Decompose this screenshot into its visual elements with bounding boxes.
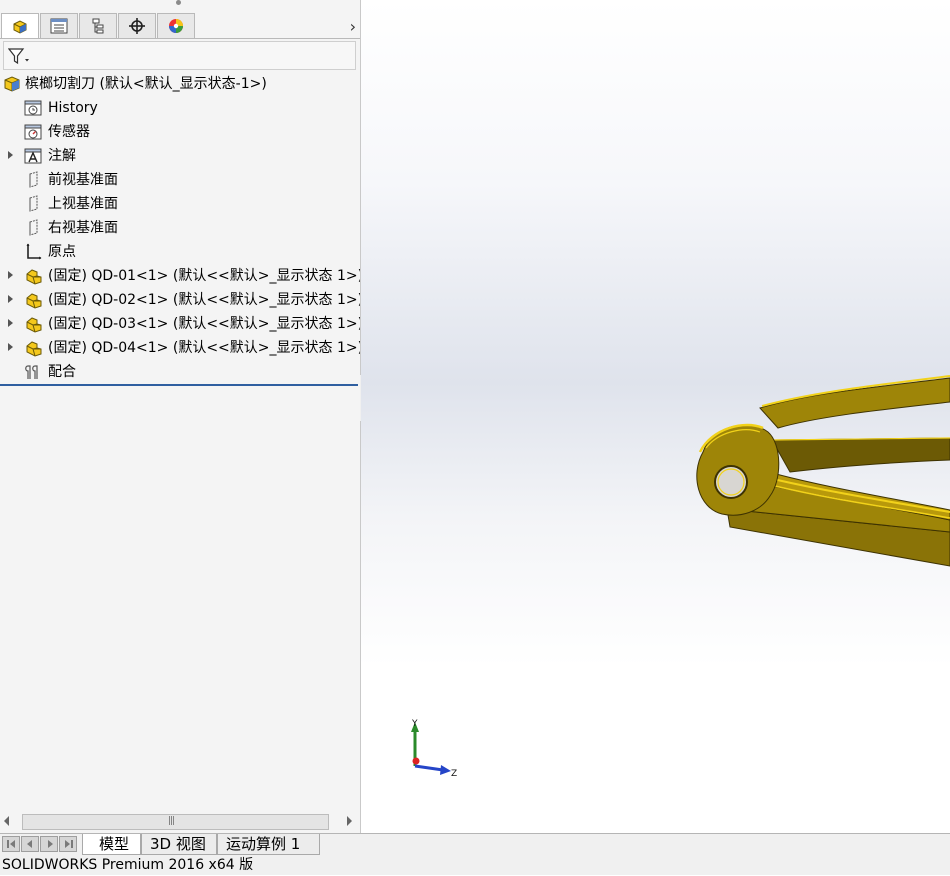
next-arrow-icon <box>48 840 53 848</box>
graphics-area[interactable]: Y Z <box>361 0 950 833</box>
bar-icon <box>7 840 9 848</box>
filter-icon[interactable] <box>8 47 30 65</box>
first-tab-button[interactable] <box>2 836 20 852</box>
feature-manager-panel: › 槟榔切割刀 (默认<默认_显示状态-1>) History 传感器 注解 前… <box>0 0 361 833</box>
tree-item-annotations[interactable]: 注解 <box>0 144 360 168</box>
rollback-bar[interactable] <box>0 384 358 386</box>
tree-item-label: (固定) QD-01<1> (默认<<默认>_显示状态 1>) <box>48 268 360 284</box>
tree-item-top-plane[interactable]: 上视基准面 <box>0 192 360 216</box>
part-icon <box>26 269 42 285</box>
history-icon <box>24 100 42 116</box>
tree-item-label: (固定) QD-02<1> (默认<<默认>_显示状态 1>) <box>48 292 360 308</box>
status-bar: SOLIDWORKS Premium 2016 x64 版 <box>0 855 950 875</box>
model-tab-bar: 模型 3D 视图 运动算例 1 <box>0 833 950 855</box>
tree-item-part-qd04[interactable]: (固定) QD-04<1> (默认<<默认>_显示状态 1>) <box>0 336 360 360</box>
tree-item-label: 传感器 <box>48 124 90 140</box>
reference-triad: Y Z <box>411 719 457 779</box>
display-manager-icon <box>169 19 183 33</box>
assembly-icon <box>4 76 20 92</box>
horizontal-scrollbar[interactable]: ||| <box>0 812 358 832</box>
tree-item-sensors[interactable]: 传感器 <box>0 120 360 144</box>
tree-item-history[interactable]: History <box>0 96 360 120</box>
scrollbar-thumb[interactable]: ||| <box>22 814 329 830</box>
tree-item-label: (固定) QD-03<1> (默认<<默认>_显示状态 1>) <box>48 316 360 332</box>
tree-item-label: 配合 <box>48 364 76 380</box>
tree-item-right-plane[interactable]: 右视基准面 <box>0 216 360 240</box>
part-icon <box>26 293 42 309</box>
tab-strip-baseline <box>0 38 360 39</box>
scrollbar-grip-icon: ||| <box>168 816 175 826</box>
plane-icon <box>29 195 38 212</box>
tab-model[interactable]: 模型 <box>82 834 141 855</box>
expand-arrow-icon[interactable] <box>8 295 13 303</box>
feature-manager-icon <box>13 19 27 34</box>
origin-icon <box>26 243 42 260</box>
tree-item-label: 前视基准面 <box>48 172 118 188</box>
model-cutter-assembly[interactable] <box>361 0 950 833</box>
tab-motion-study[interactable]: 运动算例 1 <box>217 834 320 855</box>
status-product-text: SOLIDWORKS Premium 2016 x64 版 <box>2 857 254 873</box>
tab-configuration-manager[interactable] <box>79 13 117 38</box>
expand-arrow-icon[interactable] <box>8 151 13 159</box>
tab-3d-view[interactable]: 3D 视图 <box>141 834 217 855</box>
property-manager-icon <box>50 18 68 34</box>
expand-arrow-icon[interactable] <box>8 271 13 279</box>
part-icon <box>26 317 42 333</box>
part-icon <box>26 341 42 357</box>
last-tab-button[interactable] <box>59 836 77 852</box>
dimxpert-manager-icon <box>129 18 145 34</box>
tab-dimxpert-manager[interactable] <box>118 13 156 38</box>
tab-feature-manager[interactable] <box>1 13 39 39</box>
tree-item-front-plane[interactable]: 前视基准面 <box>0 168 360 192</box>
tree-item-label: (固定) QD-04<1> (默认<<默认>_显示状态 1>) <box>48 340 360 356</box>
panel-drag-handle[interactable] <box>176 0 181 5</box>
plane-icon <box>29 219 38 236</box>
tree-item-label: 右视基准面 <box>48 220 118 236</box>
scroll-right-arrow-icon[interactable] <box>347 816 352 826</box>
mates-icon <box>25 365 38 379</box>
prev-arrow-icon <box>27 840 32 848</box>
tab-property-manager[interactable] <box>40 13 78 38</box>
triad-y-label: Y <box>411 719 418 729</box>
tree-root-label: 槟榔切割刀 (默认<默认_显示状态-1>) <box>25 76 267 92</box>
tree-item-label: 注解 <box>48 148 76 164</box>
last-arrow-icon <box>65 840 70 848</box>
tree-item-origin[interactable]: 原点 <box>0 240 360 264</box>
tree-item-part-qd02[interactable]: (固定) QD-02<1> (默认<<默认>_显示状态 1>) <box>0 288 360 312</box>
first-arrow-icon <box>10 840 15 848</box>
sensor-icon <box>24 124 42 140</box>
tab-display-manager[interactable] <box>157 13 195 38</box>
tree-item-mates[interactable]: 配合 <box>0 360 360 384</box>
bar-icon <box>71 840 73 848</box>
configuration-manager-icon <box>92 18 104 34</box>
plane-icon <box>29 171 38 188</box>
tree-item-part-qd01[interactable]: (固定) QD-01<1> (默认<<默认>_显示状态 1>) <box>0 264 360 288</box>
tree-root[interactable]: 槟榔切割刀 (默认<默认_显示状态-1>) <box>0 72 360 96</box>
expand-arrow-icon[interactable] <box>8 319 13 327</box>
triad-z-label: Z <box>451 769 457 779</box>
scroll-left-arrow-icon[interactable] <box>4 816 9 826</box>
tree-item-label: 上视基准面 <box>48 196 118 212</box>
tree-item-label: History <box>48 100 98 116</box>
tab-more-arrow-icon[interactable]: › <box>350 17 356 36</box>
tree-filter-bar[interactable] <box>3 41 356 70</box>
tree-item-label: 原点 <box>48 244 76 260</box>
manager-tab-strip: › <box>0 13 360 39</box>
tree-item-part-qd03[interactable]: (固定) QD-03<1> (默认<<默认>_显示状态 1>) <box>0 312 360 336</box>
expand-arrow-icon[interactable] <box>8 343 13 351</box>
next-tab-button[interactable] <box>40 836 58 852</box>
annotation-icon <box>24 148 42 164</box>
prev-tab-button[interactable] <box>21 836 39 852</box>
